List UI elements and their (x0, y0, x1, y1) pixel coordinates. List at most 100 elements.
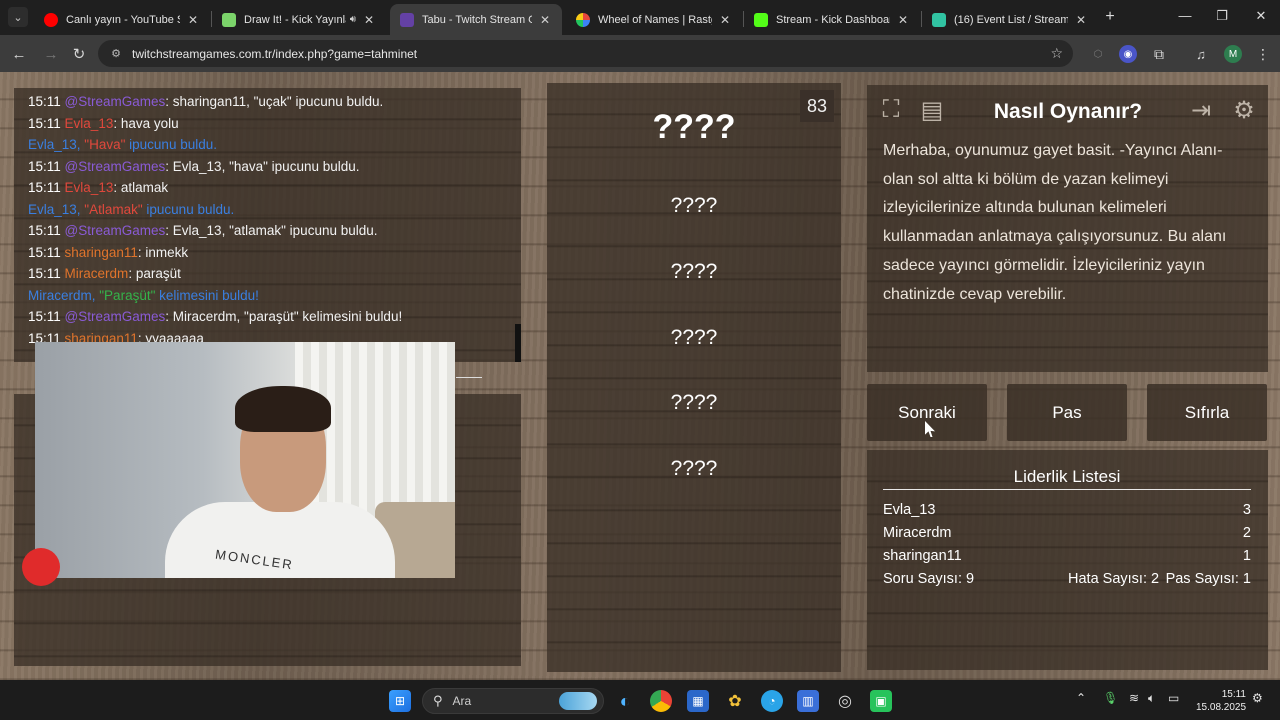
obs-icon[interactable]: ◎ (834, 690, 856, 712)
wheel-icon (576, 12, 590, 27)
taskbar-search[interactable]: ⚲ Ara (422, 688, 604, 714)
tab-title: Wheel of Names | Rastgele (598, 13, 712, 26)
chrome-icon[interactable] (650, 690, 672, 712)
close-icon[interactable]: ✕ (538, 13, 552, 27)
search-placeholder: Ara (452, 694, 472, 708)
chat-segment: ipucunu buldu. (142, 201, 235, 217)
menu-kebab-icon[interactable]: ⋮ (1254, 45, 1272, 63)
chat-lines: 15:11 @StreamGames: sharingan11, "uçak" … (28, 91, 507, 349)
fullscreen-icon[interactable]: ⛶ (875, 94, 907, 126)
back-icon[interactable]: ← (8, 43, 30, 65)
player-score: 3 (1242, 502, 1251, 518)
chat-segment: 15:11 (28, 266, 65, 281)
reset-button[interactable]: Sıfırla (1147, 384, 1267, 441)
chat-message: 15:11 sharingan11: inmekk (28, 242, 507, 264)
media-control-icon[interactable]: ♫ (1192, 45, 1210, 63)
chat-segment: @StreamGames (64, 309, 166, 324)
tab-youtube-studio[interactable]: Canlı yayın - YouTube Studio ✕ (34, 4, 210, 35)
chat-segment: 15:11 (28, 244, 65, 260)
extension-icon[interactable]: ⬡ (1089, 45, 1107, 63)
chat-message: Evla_13, "Atlamak" ipucunu buldu. (28, 199, 507, 221)
chat-segment: @StreamGames (64, 223, 166, 238)
chat-segment: "Atlamak" (84, 201, 143, 217)
record-indicator[interactable] (22, 548, 60, 586)
exit-icon[interactable]: ⇥ (1185, 94, 1217, 126)
clock-date: 15.08.2025 (1196, 702, 1247, 713)
calculator-icon[interactable]: ▥ (797, 690, 819, 712)
volume-icon[interactable]: 🔈︎ (1148, 691, 1155, 706)
tab-title: (16) Event List / Streamlabs (954, 13, 1068, 26)
clock-time: 15:11 (1221, 689, 1246, 700)
chat-scrollbar[interactable] (515, 324, 521, 362)
tab-wheel-of-names[interactable]: Wheel of Names | Rastgele ✕ (566, 4, 742, 35)
tab-tabu-active[interactable]: Tabu - Twitch Stream Games ✕ (390, 4, 562, 35)
chevron-up-icon[interactable]: ⌃ (1076, 691, 1086, 705)
chat-segment: Evla_13, (28, 201, 85, 217)
tab-title: Tabu - Twitch Stream Games (422, 13, 532, 26)
brush-icon (222, 12, 236, 27)
chat-panel: 15:11 @StreamGames: sharingan11, "uçak" … (14, 88, 521, 362)
restore-icon[interactable]: ❐ (1212, 8, 1232, 24)
extensions-puzzle-icon[interactable]: ⧉ (1150, 45, 1168, 63)
wifi-icon[interactable]: ≋ (1129, 691, 1139, 705)
chat-segment: 15:11 (28, 309, 65, 324)
tab-kick-dashboard[interactable]: Stream - Kick Dashboard ✕ (744, 4, 920, 35)
taskbar-clock[interactable]: 15:11 15.08.2025 (1196, 688, 1246, 714)
close-icon[interactable]: ✕ (718, 13, 732, 27)
chat-segment: ipucunu buldu. (125, 137, 217, 152)
battery-icon[interactable]: ▭ (1168, 691, 1179, 705)
speaker-icon[interactable]: 🔊︎ (350, 14, 356, 25)
windows-taskbar: ⊞ ◐ ▦ ✿ ◔ ▥ ◎ ▣ (0, 680, 1280, 720)
person-hair (235, 386, 331, 432)
search-icon: ⚲ (433, 693, 443, 708)
main-word: ???? (652, 108, 736, 146)
settings-gear-icon[interactable]: ⚙ (1228, 94, 1260, 126)
chat-segment: Miracerdm (64, 266, 129, 281)
notification-icon[interactable]: ⚙ (1252, 691, 1263, 705)
divider (456, 377, 482, 378)
chat-message: Evla_13, "Hava" ipucunu buldu. (28, 134, 507, 156)
pass-count: Pas Sayısı: 1 (1165, 571, 1251, 587)
microphone-icon[interactable]: 🎙︎ (1103, 691, 1118, 705)
leaderboard-row: Miracerdm 2 (883, 525, 1251, 541)
close-icon[interactable]: ✕ (186, 13, 200, 27)
chat-segment: : atlamak (113, 180, 169, 195)
new-tab-icon[interactable]: + (1100, 8, 1120, 26)
tab-streamlabs[interactable]: (16) Event List / Streamlabs ✕ (922, 4, 1098, 35)
close-icon[interactable]: ✕ (1074, 13, 1088, 27)
twitch-icon (400, 12, 414, 27)
app-icon[interactable]: ✿ (724, 690, 746, 712)
hint-word: ???? (670, 326, 718, 349)
close-icon[interactable]: ✕ (896, 13, 910, 27)
forward-icon[interactable]: → (40, 43, 62, 65)
store-icon[interactable]: ▦ (687, 690, 709, 712)
app-icon[interactable]: ◔ (761, 690, 783, 712)
bookmark-star-icon[interactable]: ☆ (1050, 45, 1063, 62)
address-bar[interactable]: ⚙ twitchstreamgames.com.tr/index.php?gam… (98, 40, 1073, 67)
extension-icon[interactable]: ◉ (1119, 45, 1137, 63)
document-icon[interactable]: ▤ (916, 94, 948, 126)
tab-search-icon[interactable]: ⌄ (8, 7, 28, 27)
url-text: twitchstreamgames.com.tr/index.php?game=… (132, 46, 418, 61)
minimize-icon[interactable]: — (1175, 8, 1195, 23)
tab-title: Canlı yayın - YouTube Studio (66, 13, 180, 26)
hint-word: ???? (670, 457, 718, 480)
chat-segment: 15:11 (28, 223, 65, 238)
reload-icon[interactable]: ↻ (68, 43, 90, 65)
close-icon[interactable]: ✕ (362, 13, 376, 27)
tab-draw-it[interactable]: Draw It! - Kick Yayınları 🔊︎ ✕ (212, 4, 386, 35)
how-to-play-text: Merhaba, oyunumuz gayet basit. -Yayıncı … (883, 142, 1227, 303)
tab-title: Stream - Kick Dashboard (776, 13, 890, 26)
close-window-icon[interactable]: ✕ (1251, 8, 1271, 24)
chat-message: 15:11 @StreamGames: Miracerdm, "paraşüt"… (28, 306, 507, 328)
app-icon[interactable]: ▣ (870, 690, 892, 712)
windows-start-icon[interactable]: ⊞ (389, 690, 411, 712)
chat-segment: Evla_13 (64, 115, 114, 131)
site-info-icon[interactable]: ⚙ (108, 47, 124, 60)
profile-avatar[interactable]: M (1224, 45, 1242, 63)
chat-segment: @StreamGames (64, 158, 166, 174)
chat-segment: @StreamGames (64, 94, 166, 109)
edge-icon[interactable]: ◐ (614, 690, 636, 712)
pass-button[interactable]: Pas (1007, 384, 1127, 441)
chat-segment: "Paraşüt" (99, 287, 156, 303)
